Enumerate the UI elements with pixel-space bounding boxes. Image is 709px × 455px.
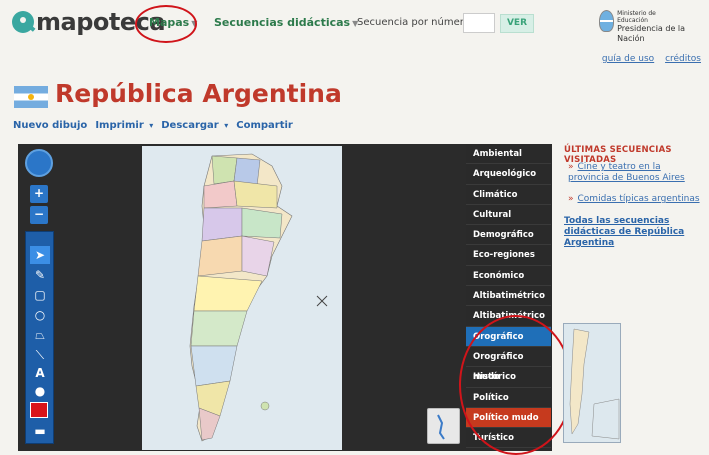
top-bar: mapoteca Mapas ▼ Secuencias didácticas ▼ S… — [0, 0, 709, 44]
recent-sequence-label: Comidas típicas argentinas — [577, 194, 700, 204]
ministry-line3: Presidencia de la Nación — [617, 24, 686, 43]
creditos-link[interactable]: créditos — [665, 54, 701, 64]
highlight-circle-categories — [459, 315, 573, 455]
category-item[interactable]: Demográfico — [466, 225, 551, 246]
map-canvas[interactable] — [142, 146, 342, 450]
pencil-icon[interactable]: ✎ — [30, 266, 50, 284]
polygon-icon[interactable]: ⏢ — [30, 326, 50, 344]
category-item[interactable]: Cultural — [466, 204, 551, 226]
imprimir-menu[interactable]: Imprimir ▾ — [95, 120, 153, 131]
highlight-circle-mapas — [135, 5, 197, 43]
select-arrow-icon[interactable]: ➤ — [30, 246, 50, 264]
nuevo-dibujo-link[interactable]: Nuevo dibujo — [13, 120, 87, 131]
action-bar: Nuevo dibujo Imprimir ▾ Descargar ▾ Comp… — [13, 120, 293, 131]
color-picker[interactable] — [30, 402, 48, 418]
map-thumbnail[interactable] — [563, 323, 621, 443]
guia-link[interactable]: guía de uso — [602, 54, 654, 64]
seq-number-input[interactable] — [463, 13, 495, 33]
nav-secuencias-label: Secuencias didácticas — [214, 16, 351, 29]
descargar-label: Descargar — [161, 120, 219, 131]
ministry-line1: Ministerio de — [617, 10, 656, 17]
ministry-line2: Educación — [617, 17, 648, 24]
recent-sequence-label: Cine y teatro en la provincia de Buenos … — [568, 162, 685, 183]
logo-q-icon — [12, 11, 34, 33]
map-layer-icon — [437, 414, 445, 440]
point-icon[interactable]: ● — [30, 382, 50, 400]
chevron-down-icon: ▾ — [224, 121, 229, 130]
category-item[interactable]: Eco-regiones — [466, 245, 551, 266]
category-item[interactable]: Arqueológico — [466, 164, 551, 185]
recent-sequence-item[interactable]: » Cine y teatro en la provincia de Buenos… — [568, 162, 703, 184]
category-item[interactable]: Ambiental — [466, 144, 551, 165]
rectangle-icon[interactable]: ▢ — [30, 286, 50, 304]
zoom-in-button[interactable]: + — [30, 185, 48, 203]
map-layer-button[interactable] — [427, 408, 460, 444]
ver-button[interactable]: VER — [500, 14, 534, 33]
line-icon[interactable]: ⟍ — [30, 346, 50, 364]
argentina-flag-icon — [14, 86, 48, 108]
imprimir-label: Imprimir — [95, 120, 144, 131]
argentina-map-image — [142, 146, 342, 450]
drawing-toolbar: + − ➤ ✎ ▢ ○ ⏢ ⟍ A ● ▬ — [25, 149, 54, 444]
ruler-icon[interactable]: ▬ — [30, 422, 50, 440]
all-sequences-link[interactable]: Todas las secuencias didácticas de Repúb… — [564, 216, 699, 249]
recent-sequence-item[interactable]: » Comidas típicas argentinas — [568, 194, 703, 205]
category-item[interactable]: Climático — [466, 184, 551, 205]
descargar-menu[interactable]: Descargar ▾ — [161, 120, 228, 131]
category-item[interactable]: Económico — [466, 265, 551, 287]
tools-panel: ➤ ✎ ▢ ○ ⏢ ⟍ A ● ▬ — [25, 231, 54, 444]
chevron-down-icon: ▾ — [149, 121, 154, 130]
seq-number-label: Secuencia por número: — [357, 17, 474, 28]
circle-icon[interactable]: ○ — [30, 306, 50, 324]
category-item[interactable]: Altibatimétrico — [466, 286, 551, 307]
text-tool-icon[interactable]: A — [30, 364, 50, 382]
help-links: guía de uso créditos — [594, 54, 701, 64]
nav-secuencias-menu[interactable]: Secuencias didácticas ▼ — [214, 16, 358, 29]
page-title: República Argentina — [55, 79, 342, 108]
pan-control-icon[interactable] — [25, 149, 53, 177]
compartir-link[interactable]: Compartir — [236, 120, 293, 131]
zoom-out-button[interactable]: − — [30, 206, 48, 224]
bullet-icon: » — [568, 162, 574, 172]
crest-icon — [599, 10, 615, 32]
bullet-icon: » — [568, 194, 574, 204]
ministry-logo[interactable]: Ministerio de Educación Presidencia de l… — [599, 10, 709, 44]
map-thumbnail-image — [564, 324, 620, 442]
